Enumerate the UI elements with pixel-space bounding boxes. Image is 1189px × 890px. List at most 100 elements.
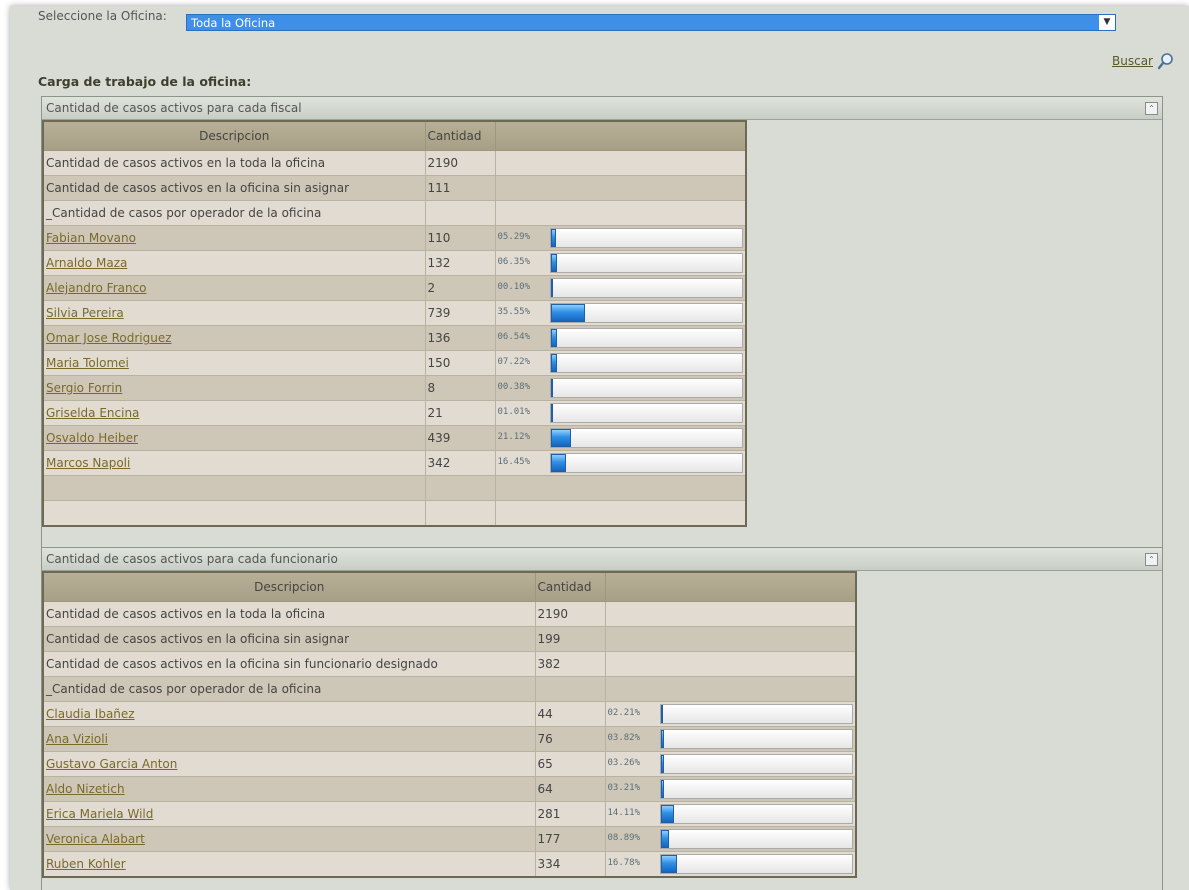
progress-track [549,453,743,473]
progress-fill [550,379,554,397]
operator-link[interactable]: Veronica Alabart [46,832,145,846]
summary-empty [494,175,747,201]
table-row: Maria Tolomei 150 07.22% [42,350,747,376]
operator-link[interactable]: Ana Vizioli [46,732,108,746]
funcionario-panel-header: Cantidad de casos activos para cada func… [42,548,1162,571]
header-descripcion: Descripcion [42,571,536,602]
summary-empty [604,676,857,702]
summary-empty [604,626,857,652]
operator-link[interactable]: Sergio Forrin [46,381,122,395]
operator-link[interactable]: Maria Tolomei [46,356,129,370]
operator-cell: Ana Vizioli [42,726,536,752]
summary-row: Cantidad de casos activos en la oficina … [42,651,857,677]
summary-description: Cantidad de casos activos en la oficina … [42,651,536,677]
operator-link[interactable]: Alejandro Franco [46,281,147,295]
office-select[interactable]: Toda la Oficina ▼ [186,14,1116,31]
operator-link[interactable]: Aldo Nizetich [46,782,125,796]
table-row: Sergio Forrin 8 00.38% [42,375,747,401]
chevron-down-icon[interactable]: ▼ [1099,15,1115,30]
operator-link[interactable]: Osvaldo Heiber [46,431,138,445]
office-selected-value: Toda la Oficina [191,16,276,30]
operator-cell: Ruben Kohler [42,851,536,878]
operator-link[interactable]: Arnaldo Maza [46,256,127,270]
summary-description: Cantidad de casos activos en la toda la … [42,601,536,627]
operator-quantity: 76 [534,726,606,752]
operator-link[interactable]: Gustavo Garcia Anton [46,757,177,771]
percentage-label: 08.89% [607,833,641,843]
summary-row: Cantidad de casos activos en la toda la … [42,150,747,176]
table-row: Arnaldo Maza 132 06.35% [42,250,747,276]
progress-track [549,428,743,448]
percentage-label: 02.21% [607,708,641,718]
operator-link[interactable]: Griselda Encina [46,406,139,420]
percentage-bar-cell: 03.21% [604,776,857,802]
operator-cell: Marcos Napoli [42,450,426,476]
operator-cell: Arnaldo Maza [42,250,426,276]
table-row: Omar Jose Rodriguez 136 06.54% [42,325,747,351]
operator-quantity: 334 [534,851,606,878]
header-cantidad: Cantidad [534,571,606,602]
percentage-label: 16.78% [607,858,641,868]
operator-quantity: 439 [424,425,496,451]
table-header-row: Descripcion Cantidad [42,571,857,602]
table-row: Alejandro Franco 2 00.10% [42,275,747,301]
operator-link[interactable]: Ruben Kohler [46,857,126,871]
empty-cell [424,475,496,501]
table-row: Aldo Nizetich 64 03.21% [42,776,857,802]
table-row: Claudia Ibañez 44 02.21% [42,701,857,727]
operator-cell: Gustavo Garcia Anton [42,751,536,777]
table-row: Marcos Napoli 342 16.45% [42,450,747,476]
progress-track [549,278,743,298]
progress-fill [550,229,556,247]
progress-fill [550,329,557,347]
percentage-label: 07.22% [497,357,531,367]
summary-description: _Cantidad de casos por operador de la of… [42,676,536,702]
percentage-bar-cell: 00.10% [494,275,747,301]
collapse-icon[interactable]: ⌃ [1145,102,1158,115]
percentage-bar-cell: 03.26% [604,751,857,777]
operator-cell: Fabian Movano [42,225,426,251]
operator-cell: Omar Jose Rodriguez [42,325,426,351]
progress-track [549,403,743,423]
operator-cell: Griselda Encina [42,400,426,426]
percentage-bar-cell: 00.38% [494,375,747,401]
table-row: Silvia Pereira 739 35.55% [42,300,747,326]
operator-link[interactable]: Omar Jose Rodriguez [46,331,172,345]
operator-link[interactable]: Marcos Napoli [46,456,130,470]
progress-track [659,804,853,824]
progress-track [659,729,853,749]
operator-link[interactable]: Claudia Ibañez [46,707,135,721]
progress-track [659,704,853,724]
progress-track [659,829,853,849]
operator-link[interactable]: Fabian Movano [46,231,136,245]
operator-link[interactable]: Erica Mariela Wild [46,807,153,821]
operator-quantity: 64 [534,776,606,802]
summary-empty [494,200,747,226]
table-row: Osvaldo Heiber 439 21.12% [42,425,747,451]
header-descripcion: Descripcion [42,120,426,151]
summary-description: Cantidad de casos activos en la toda la … [42,150,426,176]
buscar-link[interactable]: Buscar [1112,54,1153,68]
table-row: Veronica Alabart 177 08.89% [42,826,857,852]
collapse-icon[interactable]: ⌃ [1145,553,1158,566]
summary-quantity [424,200,496,226]
search-icon[interactable] [1157,52,1175,70]
progress-fill [660,780,664,798]
operator-quantity: 2 [424,275,496,301]
summary-empty [604,651,857,677]
office-selector-row: Seleccione la Oficina: Toda la Oficina ▼ [38,10,1118,46]
operator-link[interactable]: Silvia Pereira [46,306,124,320]
progress-fill [550,279,554,297]
table-row: Fabian Movano 110 05.29% [42,225,747,251]
summary-description: Cantidad de casos activos en la oficina … [42,175,426,201]
progress-fill [550,429,571,447]
percentage-bar-cell: 16.45% [494,450,747,476]
empty-cell [424,500,496,527]
table-row: Ruben Kohler 334 16.78% [42,851,857,878]
percentage-bar-cell: 16.78% [604,851,857,878]
operator-quantity: 136 [424,325,496,351]
summary-empty [604,601,857,627]
empty-cell [494,500,747,527]
empty-row [42,500,747,527]
percentage-bar-cell: 05.29% [494,225,747,251]
